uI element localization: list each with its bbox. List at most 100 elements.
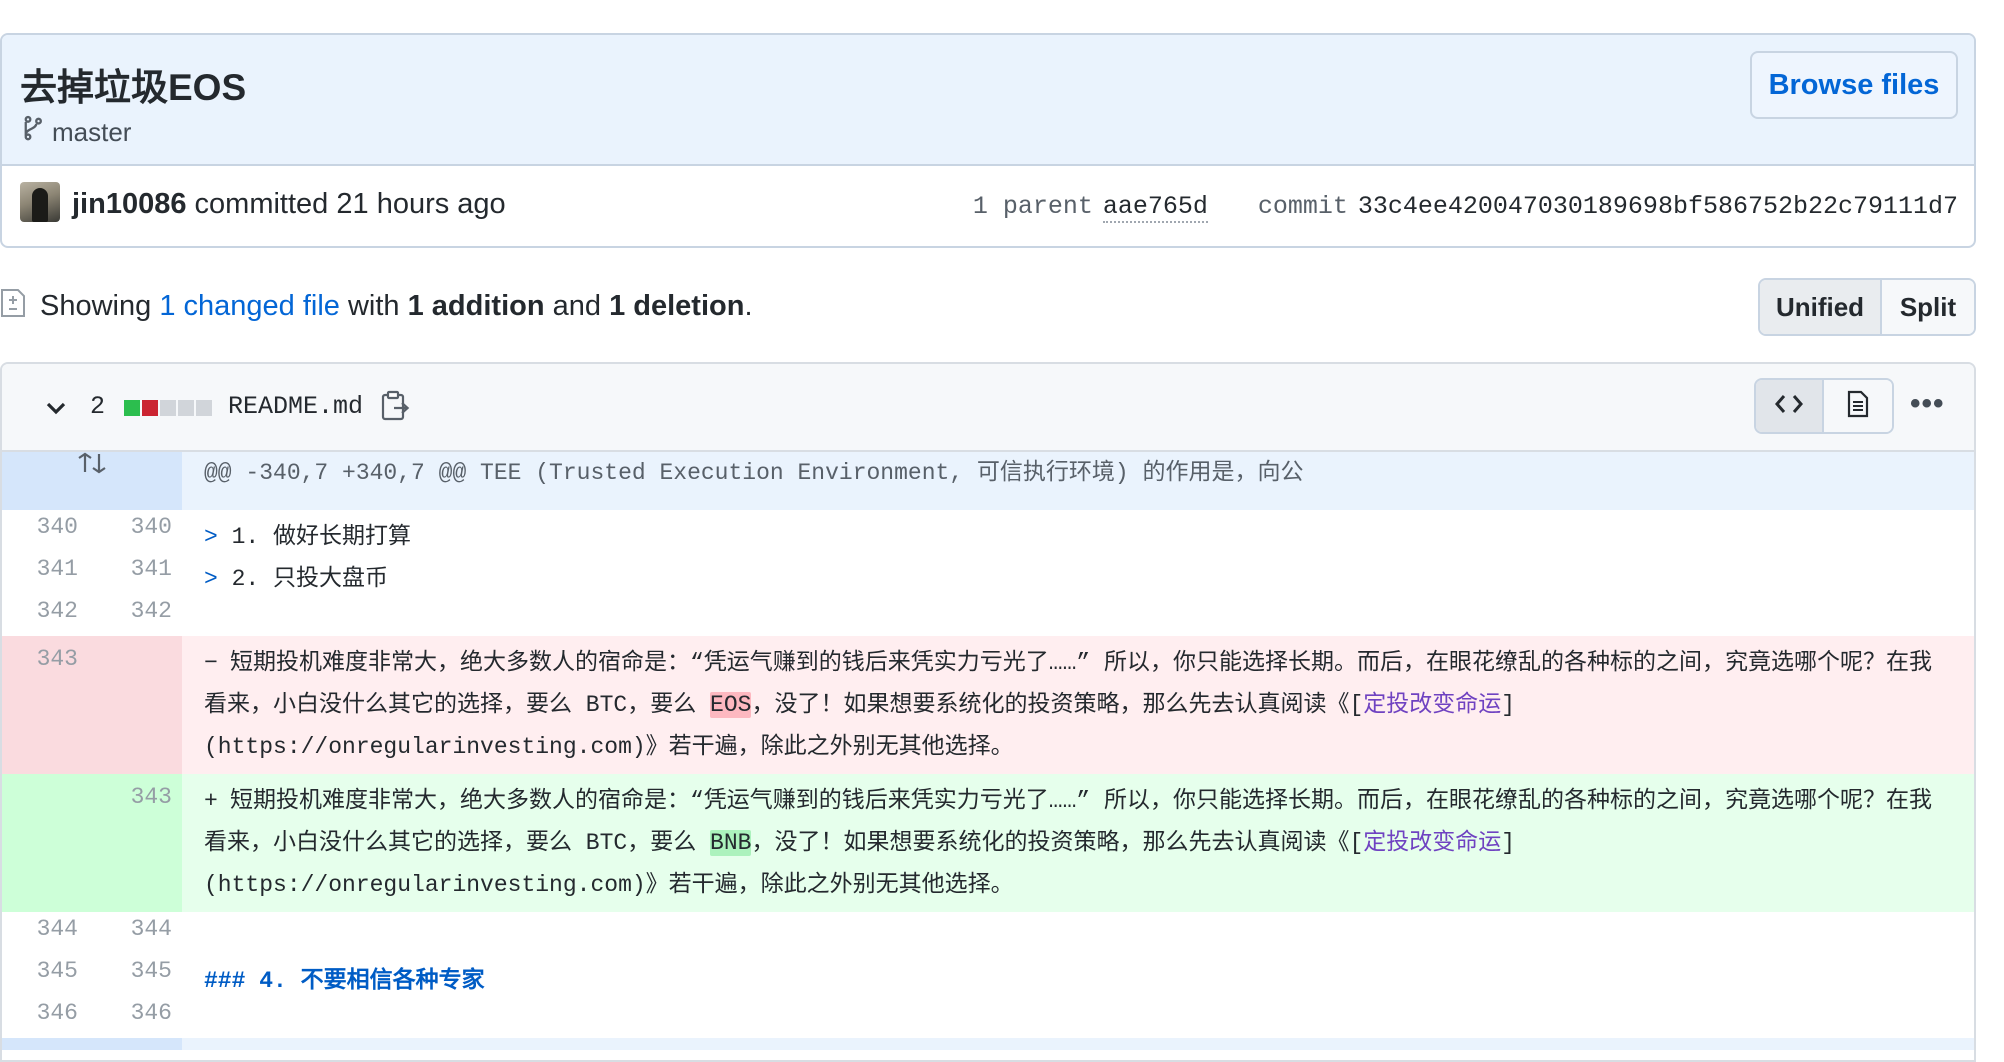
diffstat-block (142, 400, 158, 416)
diff-line: 340 340 > 1. 做好长期打算 (2, 510, 1974, 552)
new-line-number[interactable]: 344 (88, 912, 182, 954)
parent-label: 1 parent (972, 192, 1093, 221)
old-line-number[interactable]: 342 (2, 594, 88, 636)
hunk-spacer (182, 1038, 1974, 1050)
file-diff: 2 README.md ••• @@ -340,7 +340,7 @@ TEE … (0, 362, 1976, 1062)
kebab-menu-icon[interactable]: ••• (1910, 389, 1944, 419)
file-diff-icon (0, 288, 26, 318)
commit-sha: 33c4ee420047030189698bf586752b22c79111d7 (1357, 192, 1958, 221)
deleted-line: 343 − 短期投机难度非常大，绝大多数人的宿命是：“凭运气赚到的钱后来凭实力亏光… (2, 636, 1974, 774)
diffstat-bar (124, 400, 212, 416)
new-line-number[interactable]: 346 (88, 996, 182, 1038)
line-code (182, 594, 1974, 636)
diff-summary: Showing 1 changed file with 1 addition a… (40, 290, 753, 323)
copy-path-icon[interactable] (380, 390, 410, 422)
new-line-number[interactable]: 340 (88, 510, 182, 552)
new-line-number[interactable] (88, 636, 182, 774)
expand-icon[interactable] (2, 452, 182, 510)
new-line-number[interactable]: 342 (88, 594, 182, 636)
author-line: jin10086 committed 21 hours ago (72, 188, 506, 221)
commit-action: committed (194, 188, 329, 220)
commit-label: commit (1257, 192, 1348, 221)
deletions-count: 1 deletion (609, 290, 745, 322)
diff-line: 341 341 > 2. 只投大盘币 (2, 552, 1974, 594)
diff-toolbar: Showing 1 changed file with 1 addition a… (0, 278, 1976, 338)
and-label: and (552, 290, 602, 322)
code-view-button[interactable] (1756, 380, 1824, 432)
browse-files-button[interactable]: Browse files (1750, 51, 1958, 119)
line-code: ### 4. 不要相信各种专家 (182, 954, 1974, 996)
line-code: + 短期投机难度非常大，绝大多数人的宿命是：“凭运气赚到的钱后来凭实力亏光了……”… (182, 774, 1974, 912)
file-header: 2 README.md ••• (2, 364, 1974, 452)
period: . (744, 290, 753, 322)
diffstat-block (124, 400, 140, 416)
rich-diff-button[interactable] (1824, 380, 1892, 432)
parent-sha-link[interactable]: aae765d (1102, 192, 1208, 223)
changed-files-link[interactable]: 1 changed file (159, 290, 340, 322)
markdown-heading: ### 4. 不要相信各种专家 (204, 968, 485, 994)
diffstat-block (196, 400, 212, 416)
new-line-number[interactable]: 341 (88, 552, 182, 594)
chevron-down-icon[interactable] (44, 396, 68, 420)
diffstat-block (178, 400, 194, 416)
markdown-link-text: 定投改变命运 (1363, 692, 1502, 718)
old-line-number[interactable]: 340 (2, 510, 88, 552)
commit-title-bar: 去掉垃圾EOS master Browse files (2, 35, 1974, 166)
diffstat-block (160, 400, 176, 416)
old-line-number[interactable]: 341 (2, 552, 88, 594)
commit-time: 21 hours ago (336, 188, 506, 220)
deleted-word: EOS (710, 692, 752, 718)
sha-info: 1 parent aae765d commit 33c4ee4200470301… (973, 192, 1958, 223)
diff-line: 345 345 ### 4. 不要相信各种专家 (2, 954, 1974, 996)
blockquote-marker: > (204, 524, 232, 550)
new-line-number[interactable]: 345 (88, 954, 182, 996)
branch-indicator[interactable]: master (20, 115, 131, 150)
line-text: ，没了！如果想要系统化的投资策略，那么先去认真阅读《[ (751, 692, 1364, 718)
markdown-link-text: 定投改变命运 (1363, 830, 1502, 856)
change-count: 2 (90, 392, 106, 421)
added-line: 343 + 短期投机难度非常大，绝大多数人的宿命是：“凭运气赚到的钱后来凭实力亏光… (2, 774, 1974, 912)
hunk-header-row: @@ -340,7 +340,7 @@ TEE (Trusted Executi… (2, 452, 1974, 510)
line-code (182, 996, 1974, 1038)
commit-title: 去掉垃圾EOS (20, 67, 247, 108)
diff-view-toggle: Unified Split (1758, 278, 1976, 336)
old-line-number[interactable]: 345 (2, 954, 88, 996)
split-button[interactable]: Split (1882, 280, 1974, 334)
unified-button[interactable]: Unified (1760, 280, 1882, 334)
additions-count: 1 addition (407, 290, 545, 322)
line-code: > 2. 只投大盘币 (182, 552, 1974, 594)
line-code: − 短期投机难度非常大，绝大多数人的宿命是：“凭运气赚到的钱后来凭实力亏光了……”… (182, 636, 1974, 774)
diff-line: 344 344 (2, 912, 1974, 954)
line-text: 2. 只投大盘币 (231, 566, 389, 592)
line-text: ，没了！如果想要系统化的投资策略，那么先去认真阅读《[ (751, 830, 1364, 856)
deletion-sign: − (204, 650, 218, 676)
old-line-number[interactable]: 343 (2, 636, 88, 774)
expand-below-row (2, 1038, 1974, 1050)
showing-label: Showing (40, 290, 152, 322)
expand-below[interactable] (2, 1038, 182, 1050)
hunk-header: @@ -340,7 +340,7 @@ TEE (Trusted Executi… (182, 452, 1974, 510)
added-word: BNB (710, 830, 752, 856)
line-code: > 1. 做好长期打算 (182, 510, 1974, 552)
branch-name: master (52, 117, 132, 147)
code-icon (1775, 394, 1803, 419)
old-line-number[interactable]: 344 (2, 912, 88, 954)
file-view-toggle (1754, 378, 1894, 434)
addition-sign: + (204, 788, 218, 814)
diff-line: 346 346 (2, 996, 1974, 1038)
commit-header: 去掉垃圾EOS master Browse files jin10086 com… (0, 33, 1976, 248)
diff-table: @@ -340,7 +340,7 @@ TEE (Trusted Executi… (2, 452, 1974, 1050)
old-line-number[interactable] (2, 774, 88, 912)
commit-meta: jin10086 committed 21 hours ago 1 parent… (2, 166, 1974, 246)
author-link[interactable]: jin10086 (72, 188, 186, 220)
git-branch-icon (20, 115, 42, 150)
line-text: 1. 做好长期打算 (231, 524, 412, 550)
file-icon (1847, 390, 1869, 423)
old-line-number[interactable]: 346 (2, 996, 88, 1038)
with-label: with (347, 290, 400, 322)
new-line-number[interactable]: 343 (88, 774, 182, 912)
line-code (182, 912, 1974, 954)
file-name[interactable]: README.md (228, 392, 363, 421)
avatar[interactable] (20, 182, 60, 222)
diff-line: 342 342 (2, 594, 1974, 636)
